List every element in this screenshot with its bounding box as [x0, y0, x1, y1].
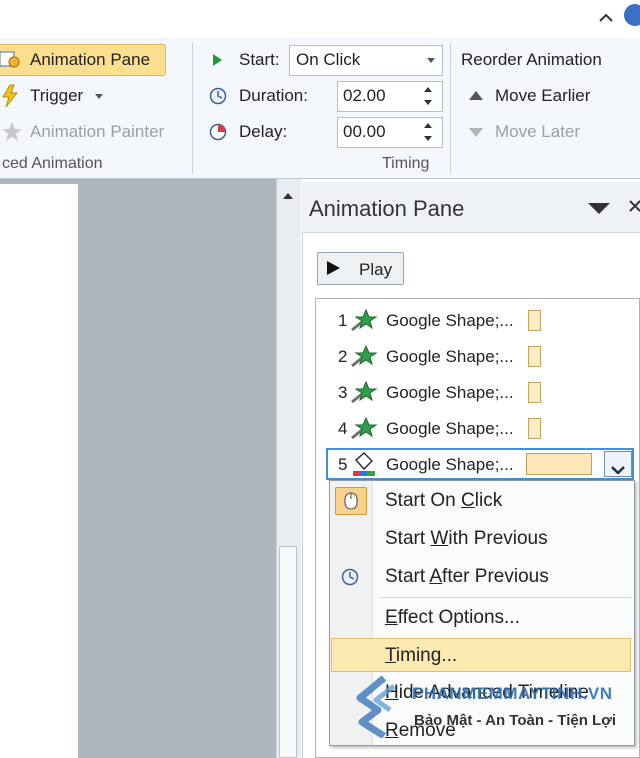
- timeline-bar: [528, 418, 541, 439]
- group-separator: [192, 42, 193, 174]
- animation-pane-icon: [0, 48, 22, 72]
- watermark-logo-icon: [354, 675, 414, 739]
- list-item-label: Google Shape;...: [386, 455, 514, 474]
- delay-up-icon[interactable]: [424, 123, 432, 128]
- list-item-number: 5: [338, 455, 348, 474]
- motion-star-icon: [350, 344, 378, 370]
- timeline-bar: [528, 382, 541, 403]
- start-label: Start:: [239, 50, 280, 69]
- scroll-up-icon[interactable]: [283, 193, 293, 199]
- delay-icon: [209, 123, 227, 141]
- pane-options-icon[interactable]: [588, 203, 610, 214]
- menu-item-timing[interactable]: Timing...: [385, 645, 457, 667]
- move-earlier-button[interactable]: Move Earlier: [495, 86, 590, 106]
- list-item-label: Google Shape;...: [386, 311, 514, 330]
- animation-pane-label: Animation Pane: [30, 50, 151, 69]
- watermark-tagline: Bảo Mật - An Toàn - Tiện Lợi: [414, 712, 617, 729]
- close-icon[interactable]: [627, 198, 640, 214]
- list-item-number: 4: [338, 419, 348, 438]
- menu-item-start-after-previous[interactable]: Start After Previous: [385, 566, 549, 588]
- menu-item-highlight: [331, 638, 631, 672]
- duration-down-icon[interactable]: [424, 100, 432, 105]
- delay-label: Delay:: [239, 122, 288, 141]
- delay-value: 00.00: [343, 122, 386, 141]
- motion-star-icon: [350, 416, 378, 442]
- move-later-icon: [469, 128, 483, 137]
- duration-clock-icon: [209, 87, 227, 105]
- timeline-bar: [528, 346, 541, 367]
- trigger-label[interactable]: Trigger: [30, 86, 83, 106]
- duration-up-icon[interactable]: [424, 87, 432, 92]
- chevron-down-icon: [611, 461, 625, 475]
- trigger-icon: [0, 84, 20, 108]
- duration-value: 02.00: [343, 86, 386, 105]
- paint-bucket-effect-icon: [350, 450, 378, 478]
- list-item-label: Google Shape;...: [386, 383, 514, 402]
- timeline-bar: [528, 310, 541, 331]
- play-icon: [327, 261, 340, 275]
- animation-pane-title: Animation Pane: [309, 196, 465, 221]
- timing-group-label: Timing: [382, 155, 430, 172]
- list-item-number: 3: [338, 383, 348, 402]
- list-item-number: 2: [338, 347, 348, 366]
- start-icon: [213, 54, 222, 66]
- move-earlier-icon: [469, 91, 483, 100]
- reorder-animation-title: Reorder Animation: [461, 50, 602, 69]
- list-item-number: 1: [338, 311, 348, 330]
- group-separator: [450, 42, 451, 174]
- menu-item-start-on-click[interactable]: Start On Click: [385, 490, 502, 512]
- move-later-button[interactable]: Move Later: [495, 122, 580, 142]
- motion-star-icon: [350, 308, 378, 334]
- slide-canvas[interactable]: [0, 184, 78, 758]
- title-strip: [0, 0, 640, 38]
- chevron-down-icon[interactable]: [427, 58, 435, 63]
- watermark-brand: PHANMEMMAYTINH.VN: [412, 684, 613, 703]
- menu-separator: [380, 597, 632, 598]
- animation-painter-icon: [0, 120, 24, 144]
- help-icon[interactable]: [624, 4, 640, 26]
- start-select-value: On Click: [296, 50, 361, 69]
- advanced-animation-group-label: ced Animation: [2, 155, 103, 172]
- minimize-ribbon-icon[interactable]: [597, 9, 615, 27]
- list-item-label: Google Shape;...: [386, 347, 514, 366]
- list-item[interactable]: 3 Google Shape;...: [330, 377, 630, 409]
- menu-item-start-with-previous[interactable]: Start With Previous: [385, 528, 548, 550]
- play-label: Play: [359, 260, 393, 279]
- mouse-icon: [343, 491, 359, 511]
- delay-down-icon[interactable]: [424, 136, 432, 141]
- list-item[interactable]: 2 Google Shape;...: [330, 341, 630, 373]
- menu-item-effect-options[interactable]: Effect Options...: [385, 607, 520, 629]
- animation-painter-label[interactable]: Animation Painter: [30, 122, 164, 142]
- list-item[interactable]: 1 Google Shape;...: [330, 305, 630, 337]
- timeline-bar: [526, 453, 592, 475]
- list-item[interactable]: 4 Google Shape;...: [330, 413, 630, 445]
- motion-star-icon: [350, 380, 378, 406]
- clock-icon: [341, 568, 359, 586]
- trigger-dropdown-icon[interactable]: [95, 94, 103, 99]
- list-item-label: Google Shape;...: [386, 419, 514, 438]
- scrollbar-thumb[interactable]: [279, 546, 297, 758]
- duration-label: Duration:: [239, 86, 308, 105]
